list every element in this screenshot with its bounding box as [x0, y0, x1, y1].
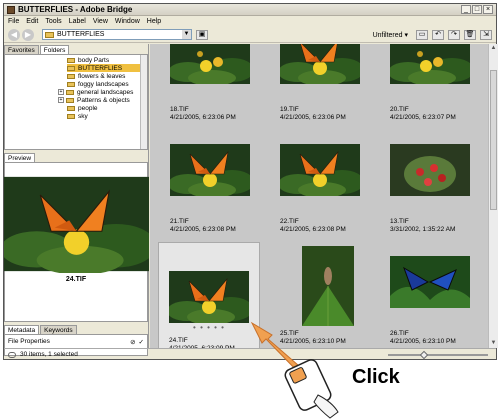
callout-overlay	[250, 321, 339, 419]
hand-mouse-icon	[284, 359, 339, 419]
callout-label: Click	[352, 366, 400, 388]
